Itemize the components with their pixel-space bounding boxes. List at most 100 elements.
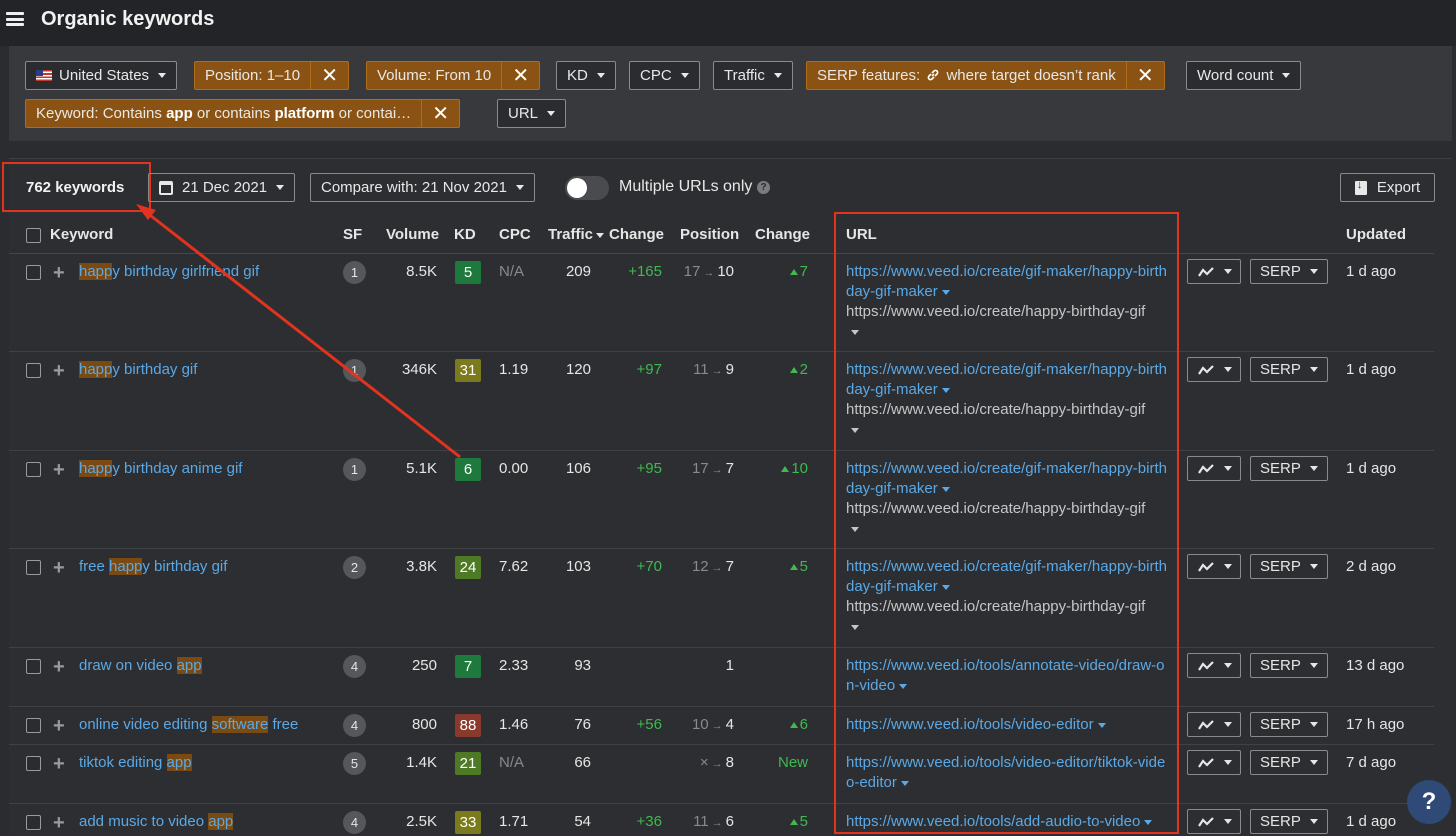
url-link[interactable]: https://www.veed.io/tools/video-editor/t… [846,754,1165,791]
url-link[interactable]: https://www.veed.io/create/gif-maker/hap… [846,558,1167,595]
word-count-filter[interactable]: Word count [1186,61,1302,90]
trend-chart-button[interactable] [1187,456,1241,481]
help-icon[interactable]: ? [757,181,770,194]
multiple-urls-toggle[interactable] [565,176,609,200]
trend-chart-button[interactable] [1187,809,1241,834]
trend-chart-button[interactable] [1187,357,1241,382]
add-icon[interactable]: + [53,716,65,736]
volume-filter[interactable]: Volume: From 10 ✕ [366,61,541,90]
select-all-checkbox[interactable] [26,228,41,243]
serp-button[interactable]: SERP [1250,456,1328,481]
traffic-filter[interactable]: Traffic [713,61,793,90]
ranking-url[interactable]: https://www.veed.io/tools/annotate-video… [846,656,1171,696]
add-icon[interactable]: + [53,263,65,283]
url-link[interactable]: https://www.veed.io/create/gif-maker/hap… [846,263,1167,300]
cpc-filter[interactable]: CPC [629,61,700,90]
url-link[interactable]: https://www.veed.io/tools/video-editor [846,716,1094,733]
serp-features-count[interactable]: 2 [343,556,366,579]
keyword-link[interactable]: add music to video app [79,813,234,830]
clear-position-icon[interactable]: ✕ [310,62,348,89]
serp-button[interactable]: SERP [1250,750,1328,775]
trend-chart-button[interactable] [1187,259,1241,284]
url-dropdown-icon[interactable] [941,584,950,590]
trend-chart-button[interactable] [1187,554,1241,579]
col-traffic[interactable]: Traffic [548,226,605,243]
serp-button[interactable]: SERP [1250,809,1328,834]
add-icon[interactable]: + [53,813,65,833]
row-checkbox[interactable] [26,718,41,733]
clear-serp-icon[interactable]: ✕ [1125,62,1164,89]
serp-features-count[interactable]: 1 [343,261,366,284]
serp-features-count[interactable]: 4 [343,655,366,678]
url-link[interactable]: https://www.veed.io/create/gif-maker/hap… [846,361,1167,398]
url-dropdown-icon[interactable] [900,780,909,786]
url-dropdown-icon[interactable] [1144,819,1153,825]
keyword-link[interactable]: tiktok editing app [79,754,192,771]
url-link[interactable]: https://www.veed.io/tools/annotate-video… [846,657,1165,694]
url-dropdown-icon[interactable] [899,683,908,689]
ranking-url[interactable]: https://www.veed.io/tools/video-editor/t… [846,753,1171,793]
keyword-link[interactable]: happy birthday gif [79,361,197,378]
serp-features-count[interactable]: 4 [343,714,366,737]
serp-features-filter[interactable]: SERP features: where target doesn’t rank… [806,61,1165,90]
keyword-link[interactable]: online video editing software free [79,716,298,733]
kd-filter[interactable]: KD [556,61,616,90]
url-dropdown-icon[interactable] [941,486,950,492]
keyword-filter[interactable]: Keyword: Contains app or contains platfo… [25,99,461,128]
row-checkbox[interactable] [26,363,41,378]
ranking-url[interactable]: https://www.veed.io/create/gif-maker/hap… [846,557,1171,630]
url-dropdown-icon[interactable] [1097,722,1106,728]
serp-button[interactable]: SERP [1250,554,1328,579]
ranking-url[interactable]: https://www.veed.io/tools/video-editor [846,715,1171,735]
row-checkbox[interactable] [26,815,41,830]
url-filter[interactable]: URL [497,99,567,128]
add-icon[interactable]: + [53,657,65,677]
serp-button[interactable]: SERP [1250,712,1328,737]
add-icon[interactable]: + [53,460,65,480]
trend-chart-button[interactable] [1187,712,1241,737]
menu-icon[interactable] [6,11,24,27]
row-checkbox[interactable] [26,560,41,575]
clear-keyword-icon[interactable]: ✕ [421,100,459,127]
row-checkbox[interactable] [26,756,41,771]
country-select[interactable]: United States [25,61,178,90]
clear-volume-icon[interactable]: ✕ [501,62,539,89]
add-icon[interactable]: + [53,361,65,381]
export-button[interactable]: Export [1340,173,1435,202]
position-filter[interactable]: Position: 1–10 ✕ [194,61,350,90]
secondary-url-dropdown-icon[interactable] [851,428,859,433]
trend-chart-button[interactable] [1187,653,1241,678]
row-checkbox[interactable] [26,462,41,477]
col-url[interactable]: URL [846,226,877,243]
ranking-url[interactable]: https://www.veed.io/tools/add-audio-to-v… [846,812,1171,832]
col-position[interactable]: Position [680,226,739,243]
serp-features-count[interactable]: 5 [343,752,366,775]
secondary-url-dropdown-icon[interactable] [851,330,859,335]
row-checkbox[interactable] [26,659,41,674]
serp-features-count[interactable]: 1 [343,359,366,382]
trend-chart-button[interactable] [1187,750,1241,775]
serp-button[interactable]: SERP [1250,259,1328,284]
url-link[interactable]: https://www.veed.io/create/gif-maker/hap… [846,460,1167,497]
compare-picker[interactable]: Compare with: 21 Nov 2021 [310,173,535,202]
help-button[interactable]: ? [1407,780,1451,824]
col-sf[interactable]: SF [343,226,362,243]
secondary-url-dropdown-icon[interactable] [851,625,859,630]
serp-button[interactable]: SERP [1250,653,1328,678]
col-keyword[interactable]: Keyword [50,226,113,243]
ranking-url[interactable]: https://www.veed.io/create/gif-maker/hap… [846,360,1171,433]
col-position-change[interactable]: Change [755,226,810,243]
secondary-url-dropdown-icon[interactable] [851,527,859,532]
url-dropdown-icon[interactable] [941,289,950,295]
col-updated[interactable]: Updated [1346,226,1406,243]
keyword-link[interactable]: happy birthday girlfriend gif [79,263,259,280]
date-picker[interactable]: 21 Dec 2021 [148,173,296,202]
row-checkbox[interactable] [26,265,41,280]
add-icon[interactable]: + [53,754,65,774]
url-link[interactable]: https://www.veed.io/tools/add-audio-to-v… [846,813,1140,830]
col-cpc[interactable]: CPC [499,226,531,243]
col-kd[interactable]: KD [454,226,476,243]
keyword-link[interactable]: happy birthday anime gif [79,460,242,477]
ranking-url[interactable]: https://www.veed.io/create/gif-maker/hap… [846,262,1171,335]
col-change[interactable]: Change [609,226,664,243]
